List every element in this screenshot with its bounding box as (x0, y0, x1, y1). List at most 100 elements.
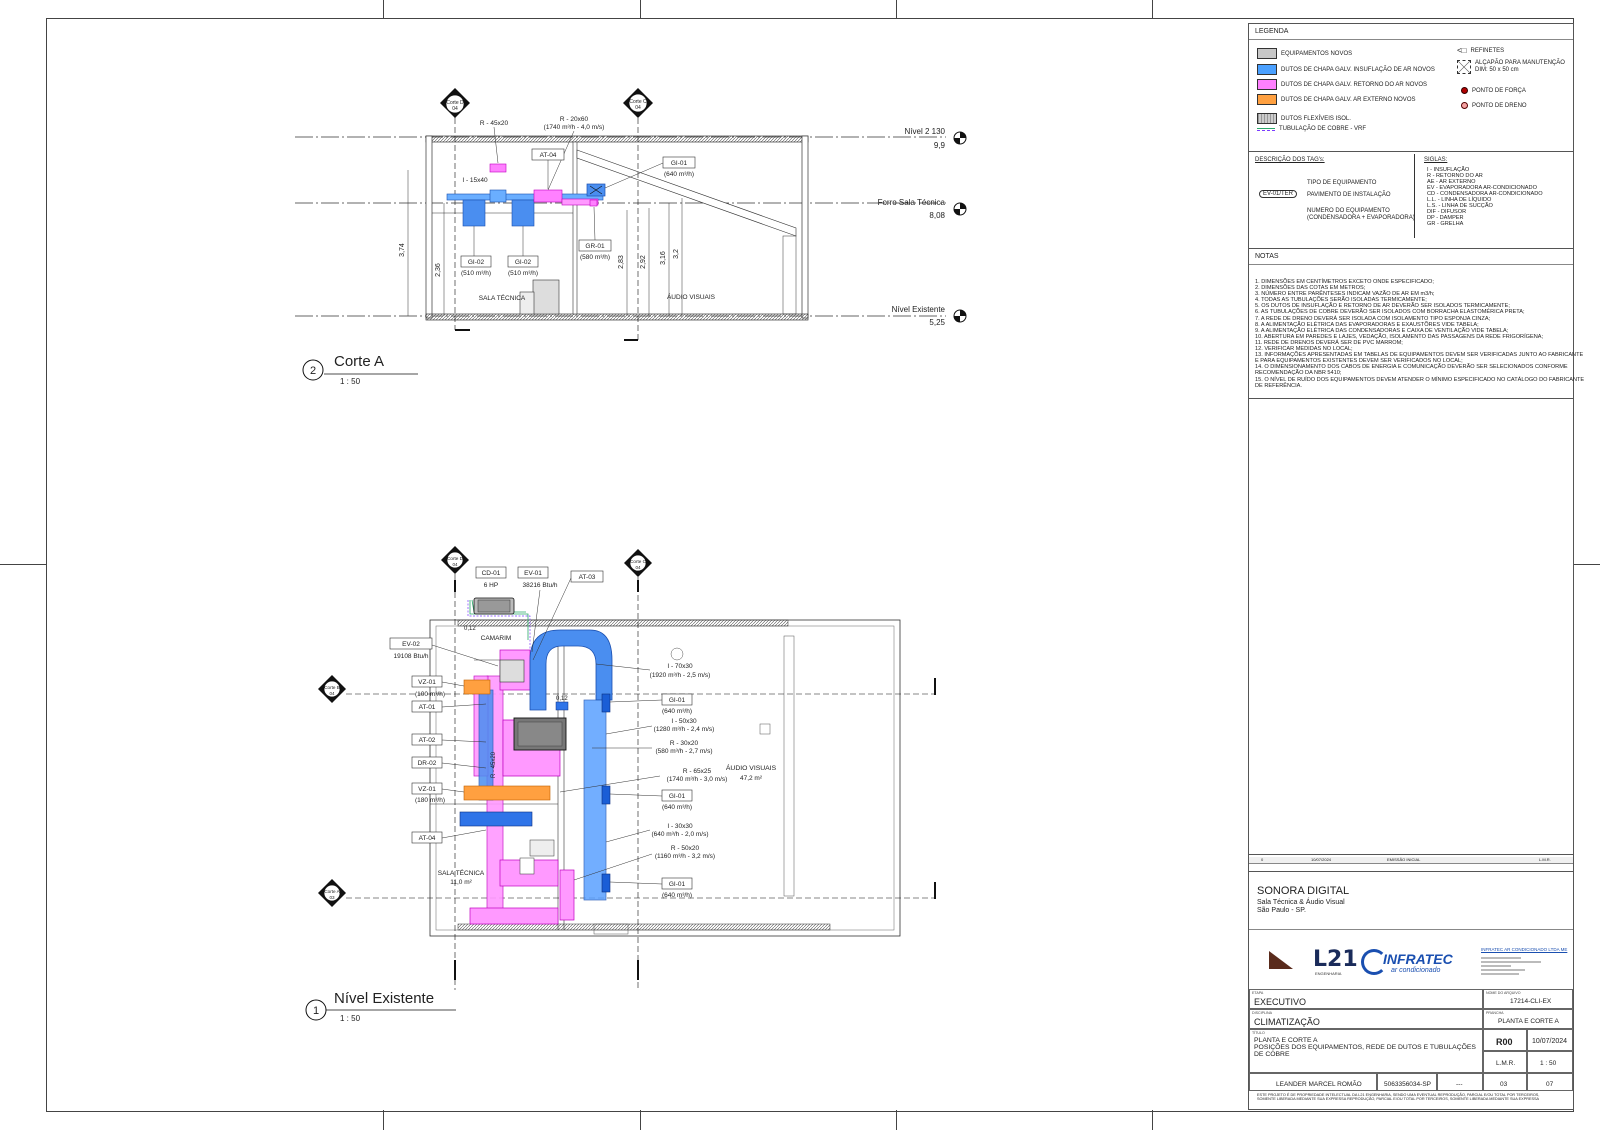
section-mark-sheet: 04 (635, 105, 641, 111)
responsavel-cell: LEANDER MARCEL ROMÃO (1249, 1073, 1377, 1091)
note-item: 15. O NÍVEL DE RUÍDO DOS EQUIPAMENTOS DE… (1255, 376, 1585, 383)
tag-spec: 19108 Btu/h (393, 653, 428, 660)
duct-tag: R - 30x20 (670, 740, 699, 747)
art-cell: --- (1437, 1073, 1483, 1091)
legend-item: TUBULAÇÃO DE COBRE - VRF (1257, 126, 1366, 132)
legend-swatch (1257, 94, 1277, 105)
border-tick (896, 1110, 897, 1130)
legend-swatch (1257, 113, 1277, 124)
equipment-tag-gi01: GI-01 (640 m³/h) (609, 789, 693, 811)
tag-label: GI-02 (468, 259, 485, 266)
l21-logo-text: L21 (1313, 947, 1358, 972)
equipment-tag-gi01: GI-01 (640 m³/h) (609, 693, 693, 715)
duct-tag: R - 50x20 (671, 845, 700, 852)
company-address (1481, 955, 1561, 977)
legend-item: PONTO DE DRENO (1461, 102, 1527, 109)
arquivo-value: 17214-CLI-EX (1510, 998, 1552, 1005)
disciplina-value: CLIMATIZAÇÃO (1254, 1017, 1320, 1027)
border-tick (1152, 1110, 1153, 1130)
infratec-logo-text: INFRATEC (1383, 951, 1453, 967)
legend-item: DUTOS DE CHAPA GALV. AR EXTERNO NOVOS (1257, 94, 1415, 105)
tags-siglas-panel: DESCRIÇÃO DOS TAG's: EV-01/TER TIPO DE E… (1248, 151, 1574, 250)
blank-panel (1248, 398, 1574, 856)
tag-description: TIPO DE EQUIPAMENTO (1307, 180, 1377, 186)
corte-a-section: Nível 2 130 9,9 Forro Sala Técnica 8,08 … (295, 88, 967, 386)
legend-item-label: DUTOS DE CHAPA GALV. INSUFLAÇÃO DE AR NO… (1281, 66, 1435, 73)
sigla-item: GR - GRELHA (1427, 221, 1464, 227)
crea-cell: 5063356034-SP (1377, 1073, 1437, 1091)
company-name: INFRATEC AR CONDICIONADO LTDA ME (1481, 947, 1568, 952)
tag-description: NUMERO DO EQUIPAMENTO (1307, 208, 1390, 214)
level-value: 8,08 (929, 211, 945, 220)
tag-flow: (640 m³/h) (662, 892, 692, 899)
data-value: 10/07/2024 (1532, 1038, 1568, 1045)
disciplina-label: DISCIPLINA (1252, 1011, 1272, 1015)
section-mark-corte-b: Corte B 04 (318, 675, 936, 703)
dimension-label: 2,83 (618, 255, 625, 269)
disciplina-cell: DISCIPLINA CLIMATIZAÇÃO (1249, 1009, 1483, 1029)
tag-spec: 6 HP (484, 582, 498, 589)
equipment-tag-gi01: GI-01 (640 m³/h) (609, 877, 693, 899)
duct-tag: I - 15x40 (462, 177, 488, 184)
section-mark-corte-d: Corte D 04 (441, 546, 469, 990)
tag-spec: 38216 Btu/h (522, 582, 557, 589)
legend-swatch (1257, 127, 1275, 131)
legend-item: DUTOS DE CHAPA GALV. INSUFLAÇÃO DE AR NO… (1257, 64, 1435, 75)
dimension-label: 0,12 (464, 626, 476, 632)
duct-tag: I - 70x30 (667, 663, 693, 670)
l21-logo-sub: ENGENHARIA (1315, 971, 1342, 976)
client-city: São Paulo - SP. (1257, 907, 1306, 914)
titulo-line: DE COBRE (1254, 1051, 1290, 1058)
legend-title: LEGENDA (1249, 24, 1573, 40)
section-mark-sheet: 04 (452, 562, 458, 567)
note-item: DE REFERÊNCIA. (1255, 382, 1302, 389)
tag-label: CD-01 (482, 570, 501, 577)
duct-tag: (1740 m³/h - 4,0 m/s) (544, 124, 605, 131)
tag-flow: (510 m³/h) (461, 270, 491, 277)
equipment-tag-gi02: GI-02 (510 m³/h) (460, 226, 492, 277)
escala-cell: 1 : 50 (1527, 1051, 1573, 1073)
duct-tag: I - 30x30 (667, 823, 693, 830)
legend-item-label: DIM: 50 x 50 cm (1475, 67, 1519, 73)
revision-author: L.M.R. (1539, 857, 1551, 862)
planta-nivel-existente: Corte D 04 Corte C 04 Corte B 04 Corte A… (305, 546, 936, 1023)
folha-cell: 03 (1483, 1073, 1527, 1091)
art-value: --- (1456, 1081, 1463, 1088)
notes-title: NOTAS (1249, 249, 1573, 265)
footer-line: SOMENTE LIBERADA MEDIANTE SUA EXPRESSA R… (1257, 1097, 1540, 1102)
tag-label: GR-01 (585, 243, 605, 250)
tag-label: DR-02 (418, 760, 437, 767)
revision-number: 0 (1261, 857, 1264, 862)
legend-item-label: EQUIPAMENTOS NOVOS (1281, 50, 1353, 57)
duct-tag: R - 45x20 (491, 751, 497, 778)
projetista-cell: L.M.R. (1483, 1051, 1527, 1073)
client-name: SONORA DIGITAL (1257, 885, 1350, 897)
siglas-title: SIGLAS: (1424, 157, 1448, 163)
tag-label: VZ-01 (418, 679, 436, 686)
duct-tag: (640 m³/h - 2,0 m/s) (651, 831, 708, 838)
legend-item: ALÇAPÃO PARA MANUTENÇÃO DIM: 50 x 50 cm (1457, 60, 1565, 74)
duct-tag: I - 50x30 (671, 718, 697, 725)
legend-swatch (1257, 79, 1277, 90)
view-scale: 1 : 50 (340, 377, 361, 386)
duct-tag: (580 m³/h - 2,7 m/s) (655, 748, 712, 755)
arquivo-cell: NOME DO ARQUIVO 17214-CLI-EX (1483, 989, 1573, 1009)
section-mark-corte-c: Corte C 04 (623, 88, 653, 341)
legend-item-label: REFINETES (1470, 47, 1505, 54)
client-location: Sala Técnica & Áudio Visual (1257, 899, 1345, 906)
l21-logo: L21 ENGENHARIA (1269, 947, 1358, 977)
total-value: 07 (1546, 1081, 1554, 1088)
tag-label: VZ-01 (418, 786, 436, 793)
legend-item-label: PONTO DE FORÇA (1472, 87, 1526, 94)
view-scale: 1 : 50 (340, 1014, 361, 1023)
section-mark-label: Corte A (324, 889, 340, 894)
tag-label: GI-01 (669, 793, 686, 800)
equipment-tag-at04: AT-04 (531, 148, 565, 189)
legend-item-label: DUTOS FLEXÍVEIS ISOL. (1281, 115, 1351, 122)
level-name: Nível Existente (892, 305, 946, 314)
projetista-value: L.M.R. (1496, 1060, 1516, 1067)
titulo-line: PLANTA E CORTE A (1254, 1037, 1318, 1044)
tag-sample: EV-01/TER (1259, 190, 1298, 198)
equipment-tag-at04: AT-04 (411, 829, 487, 844)
power-point-icon (1461, 87, 1468, 94)
